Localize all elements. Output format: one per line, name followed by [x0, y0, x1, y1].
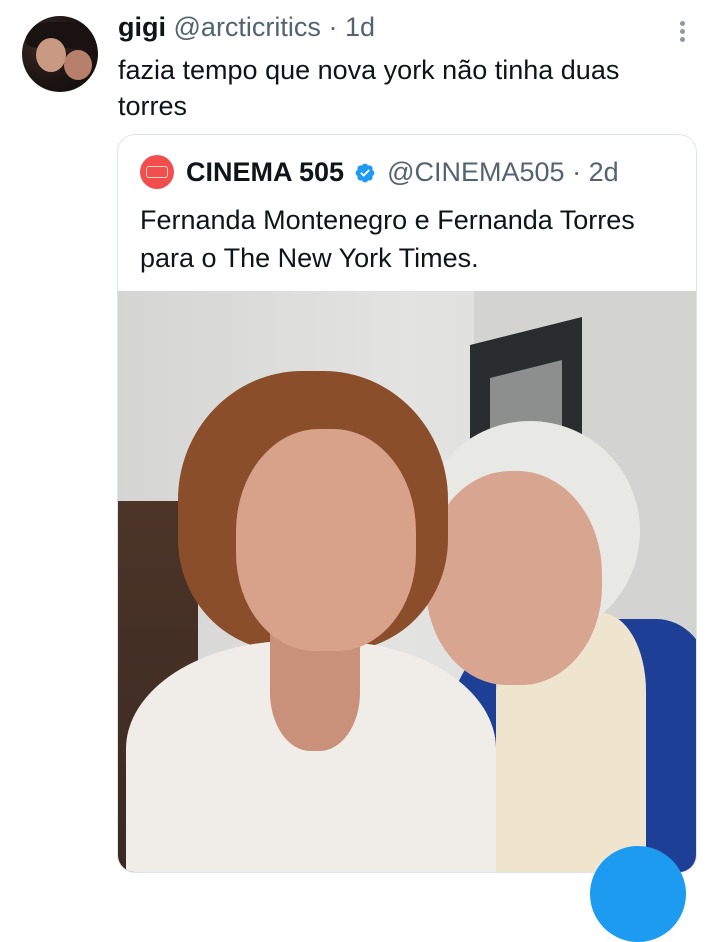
verified-badge-icon [355, 163, 374, 183]
more-vertical-icon[interactable] [672, 18, 692, 46]
photo-person-left-face [236, 429, 416, 651]
cinema505-logo[interactable] [140, 155, 174, 189]
user-avatar[interactable] [22, 16, 98, 92]
quoted-display-name[interactable]: CINEMA 505 [186, 157, 344, 187]
tweet-text: fazia tempo que nova york não tinha duas… [118, 55, 620, 121]
quoted-user-handle[interactable]: @CINEMA505 [387, 157, 564, 187]
quoted-tweet-text: Fernanda Montenegro e Fernanda Torres pa… [140, 205, 635, 273]
tweet-header: gigi @arcticritics · 1d [118, 12, 375, 43]
avatar-face [64, 50, 92, 80]
compose-fab[interactable] [590, 846, 686, 942]
user-handle[interactable]: @arcticritics [174, 12, 321, 42]
quoted-timestamp[interactable]: 2d [589, 157, 619, 187]
quoted-tweet-photo[interactable] [118, 291, 696, 872]
tweet[interactable]: gigi @arcticritics · 1d fazia tempo que … [0, 0, 720, 942]
separator-dot: · [572, 157, 582, 187]
quoted-tweet[interactable]: CINEMA 505 @CINEMA505 · 2d Fernanda Mont… [117, 134, 697, 873]
avatar-face [36, 38, 66, 72]
quoted-tweet-header: CINEMA 505 @CINEMA505 · 2d [186, 157, 619, 188]
display-name[interactable]: gigi [118, 12, 166, 42]
photo-person-right-face [426, 471, 602, 685]
tweet-timestamp[interactable]: 1d [345, 12, 375, 42]
